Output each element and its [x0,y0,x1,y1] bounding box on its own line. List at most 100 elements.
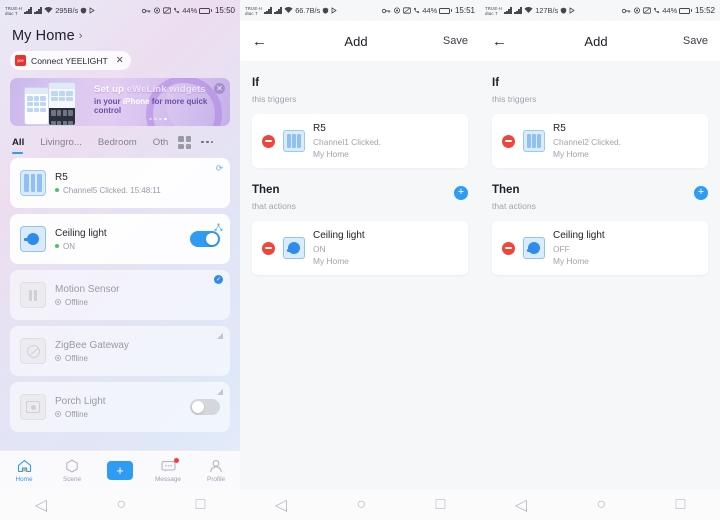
phone-icon [653,7,660,14]
save-button[interactable]: Save [678,35,708,47]
tab-livingroom[interactable]: Livingro... [32,137,90,154]
switch-panel-icon [283,130,305,152]
nav-label: Home [15,475,33,483]
tab-bedroom[interactable]: Bedroom [90,137,145,154]
network-speed: 295B/s [55,6,79,15]
system-navigation-bar: ◁ ○ □ [480,490,720,520]
device-toggle[interactable] [190,399,220,415]
carrier-label: TRUE-H dtac T [485,5,503,16]
action-home: My Home [313,256,349,266]
banner-close-icon[interactable]: ✕ [214,83,225,94]
trigger-card[interactable]: R5 Channel2 Clicked. My Home [492,114,708,168]
gateway-icon [20,338,46,364]
nav-recents-icon[interactable]: □ [196,496,206,514]
banner-text: Set up eWeLink widgets in your iPhone fo… [94,84,230,121]
remove-icon[interactable] [502,134,515,148]
nav-item-scene[interactable]: Scene [48,459,96,483]
page-title: Add [584,33,608,49]
profile-icon [209,459,224,474]
connect-yeelight-chip[interactable]: Connect YEELIGHT ✕ [10,51,131,70]
nav-item-profile[interactable]: Profile [192,459,240,483]
wifi-icon: ◢ [216,331,223,340]
check-badge-icon: ✓ [214,275,223,284]
nav-back-icon[interactable]: ◁ [275,495,287,515]
action-state: ON [313,244,326,254]
remove-icon[interactable] [502,241,515,255]
bulb-icon [283,237,305,259]
more-icon[interactable] [201,140,214,144]
action-home: My Home [553,256,589,266]
clock: 15:52 [694,6,715,15]
status-bar: TRUE-H dtac T 127B/s 44% 15:52 [480,0,720,21]
device-card-motion-sensor[interactable]: Motion Sensor Offline ✓ [10,270,230,320]
add-action-button[interactable]: + [454,186,468,200]
remove-icon[interactable] [262,241,275,255]
home-icon [17,459,32,474]
network-speed: 127B/s [535,6,559,15]
device-name: Motion Sensor [55,283,120,295]
if-title: If [252,77,260,89]
vpn-icon [322,7,329,14]
device-card-zigbee-gateway[interactable]: ZigBee Gateway Offline ◢ [10,326,230,376]
trigger-card[interactable]: R5 Channel1 Clicked. My Home [252,114,468,168]
trigger-home: My Home [313,149,349,159]
device-card-porch-light[interactable]: Porch Light Offline ◢ [10,382,230,432]
nav-item-home[interactable]: Home [0,459,48,483]
nav-item-message[interactable]: Message [144,457,192,483]
device-card-r5[interactable]: R5 Channel5 Clicked. 15:48:11 ⟳ [10,158,230,208]
status-bar: TRUE-H dtac T 295B/s 44% 15:50 [0,0,240,21]
bulb-icon [20,226,46,252]
plug-icon [20,394,46,420]
nav-home-icon[interactable]: ○ [596,496,606,514]
chevron-right-icon: › [78,30,83,42]
banner-line1-b: eWeLink widgets [126,83,206,95]
home-name-selector[interactable]: My Home › [0,21,240,47]
nav-item-add[interactable]: + [96,461,144,480]
panel-home: TRUE-H dtac T 295B/s 44% 15:50 My Home ›… [0,0,240,520]
nav-home-icon[interactable]: ○ [356,496,366,514]
if-subtitle: this triggers [492,94,537,104]
then-title: Then [492,184,520,196]
page-title: My Home [12,28,75,44]
device-name: R5 [55,171,68,183]
signal-icon-1 [24,7,32,14]
if-section-header: If this triggers [480,61,720,104]
nav-home-icon[interactable]: ○ [116,496,126,514]
bottom-navigation: Home Scene + Message Profile [0,450,240,490]
carrier-label: TRUE-H dtac T [5,5,23,16]
tab-all[interactable]: All [9,137,32,154]
clock: 15:50 [214,6,235,15]
remove-icon[interactable] [262,134,275,148]
grid-icon[interactable] [178,136,192,149]
nav-recents-icon[interactable]: □ [676,496,686,514]
key-icon [382,8,391,14]
device-name: Porch Light [55,395,106,407]
signal-icon-2 [514,7,522,14]
then-subtitle: that actions [252,201,296,211]
message-icon [160,457,179,474]
action-card[interactable]: Ceiling light OFF My Home [492,221,708,275]
eye-icon [153,7,161,14]
notification-badge [173,457,179,463]
phone-back-icon [24,87,49,125]
panel-add-scene-1: TRUE-H dtac T 66.7B/s 44% 15:51 ← Add Sa… [240,0,480,520]
device-name: ZigBee Gateway [55,339,129,351]
banner-line2-a: in your [94,96,123,106]
close-icon[interactable]: ✕ [116,55,124,66]
save-button[interactable]: Save [438,35,468,47]
bluetooth-mute-icon [643,7,652,14]
back-arrow-icon[interactable]: ← [492,33,514,50]
nav-back-icon[interactable]: ◁ [35,495,47,515]
device-card-ceiling-light[interactable]: Ceiling light ON [10,214,230,264]
add-header: ← Add Save [480,21,720,61]
status-dot-online [55,188,59,192]
tab-other[interactable]: Oth [145,137,176,154]
banner-line1-a: Set up [94,83,127,95]
back-arrow-icon[interactable]: ← [252,33,274,50]
nav-back-icon[interactable]: ◁ [515,495,527,515]
action-card[interactable]: Ceiling light ON My Home [252,221,468,275]
add-action-button[interactable]: + [694,186,708,200]
nav-recents-icon[interactable]: □ [436,496,446,514]
wifi-icon: ◢ [216,387,223,396]
promo-banner[interactable]: Set up eWeLink widgets in your iPhone fo… [10,78,230,126]
